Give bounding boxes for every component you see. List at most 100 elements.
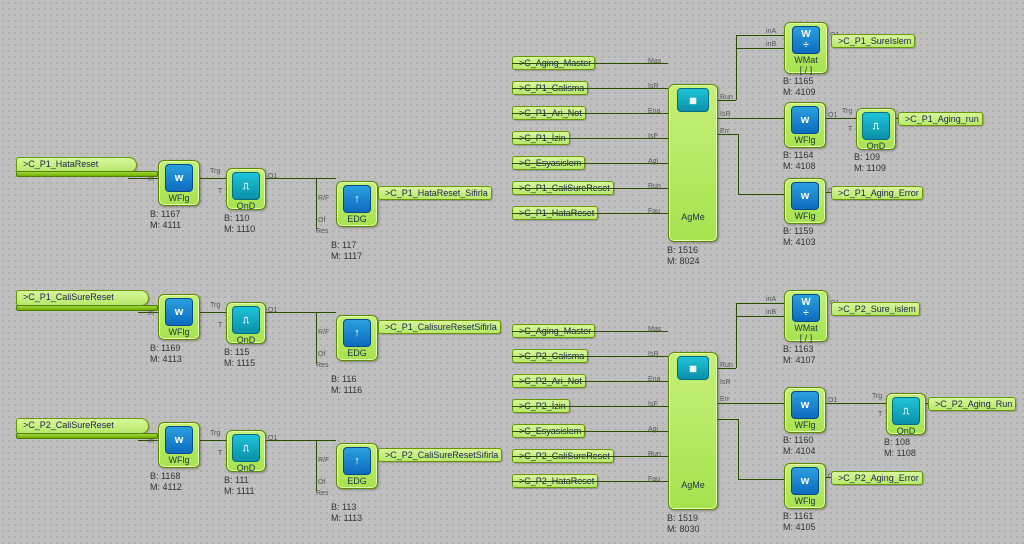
wire [512, 113, 668, 114]
text: >C_P1_CalisureResetSifirla [385, 322, 497, 332]
wire [512, 188, 668, 189]
wire [512, 431, 668, 432]
out-p1-sureislem[interactable]: >C_P1_SureIslem [831, 34, 915, 48]
ond-run-2[interactable]: ⎍ OnD [886, 393, 926, 435]
wflg-icon: w [791, 391, 819, 419]
port-isr: IsR [720, 379, 731, 386]
port-rf: R/F [318, 329, 329, 336]
wire [512, 381, 668, 382]
wire [738, 194, 784, 195]
ond-run1-info: B: 109M: 1109 [854, 152, 886, 174]
out-p2-aging-error[interactable]: >C_P2_Aging_Error [831, 471, 923, 485]
wire [512, 481, 668, 482]
agme-icon: ▦ [677, 356, 709, 380]
wflg-block-1[interactable]: w WFlg [158, 160, 200, 206]
out-p1-hatareset-sifirla[interactable]: >C_P1_HataReset_Sifirla [378, 186, 492, 200]
ond2-info: B: 115M: 1115 [224, 347, 255, 369]
wmat-icon: W÷ [792, 294, 820, 322]
wire [736, 35, 737, 100]
edg-block-1[interactable]: ↑ EDG [336, 181, 378, 227]
block-label: WFlg [785, 135, 825, 145]
port-t: T [848, 126, 852, 133]
edg-icon: ↑ [343, 319, 371, 347]
port-trg: Trg [210, 430, 220, 437]
text: >C_P1_Aging_run [905, 114, 979, 124]
wflg-err1-info: B: 1159M: 4103 [783, 226, 816, 248]
wflg-err2-info: B: 1161M: 4105 [783, 511, 816, 533]
ond-run-1[interactable]: ⎍ OnD [856, 108, 896, 150]
block-label: AgMe [669, 480, 717, 490]
edg-icon: ↑ [343, 447, 371, 475]
edg-icon: ↑ [343, 185, 371, 213]
port-ina: inA [766, 296, 776, 303]
block-label: EDG [337, 476, 377, 486]
wire [16, 171, 158, 177]
wire [736, 316, 784, 317]
port-in: In [148, 310, 154, 317]
agme-icon: ▦ [677, 88, 709, 112]
agme2-info: B: 1519M: 8030 [667, 513, 700, 535]
port-inb: inB [766, 41, 776, 48]
wflg-err-1[interactable]: w WFlg [784, 178, 826, 224]
agme-port-in: IsF [648, 401, 658, 408]
text: >C_P1_CaliSureReset [23, 292, 114, 302]
ond-block-1[interactable]: ⎍ OnD [226, 168, 266, 210]
wflg-block-3[interactable]: w WFlg [158, 422, 200, 468]
wmat2-info: B: 1163M: 4107 [783, 344, 816, 366]
agme-block-1[interactable]: ▦ AgMe [668, 84, 718, 242]
out-p1-aging-error[interactable]: >C_P1_Aging_Error [831, 186, 923, 200]
wire [512, 331, 668, 332]
edg-block-2[interactable]: ↑ EDG [336, 315, 378, 361]
edg-block-3[interactable]: ↑ EDG [336, 443, 378, 489]
agme-port-in: Run [648, 451, 661, 458]
wflg-block-2[interactable]: w WFlg [158, 294, 200, 340]
agme-port-in: IsR [648, 83, 659, 90]
out-p1-calisurereset-sifirla[interactable]: >C_P1_CalisureResetSifirla [378, 320, 501, 334]
ond1-info: B: 110M: 1110 [224, 213, 255, 235]
wire [266, 312, 336, 313]
port-ina: inA [766, 28, 776, 35]
block-label: AgMe [669, 212, 717, 222]
ond-block-3[interactable]: ⎍ OnD [226, 430, 266, 472]
port-trg: Trg [210, 302, 220, 309]
wflg-run-2[interactable]: w WFlg [784, 387, 826, 433]
wire [316, 440, 317, 492]
out-p1-aging-run[interactable]: >C_P1_Aging_run [898, 112, 983, 126]
src-p2-calisurereset[interactable]: >C_P2_CaliSureReset [16, 418, 149, 434]
port-err: Err [720, 396, 729, 403]
wmat-block-1[interactable]: W÷ WMat [ / ] [784, 22, 828, 74]
block-label: WFlg [785, 211, 825, 221]
agme1-info: B: 1516M: 8024 [667, 245, 700, 267]
port-in: In [148, 438, 154, 445]
out-p2-calisurereset-sifirla[interactable]: >C_P2_CaliSureResetSifirla [378, 448, 502, 462]
wflg-err-2[interactable]: w WFlg [784, 463, 826, 509]
wire [718, 134, 738, 135]
wire [826, 403, 886, 404]
wire [512, 63, 668, 64]
port-res: Res [316, 362, 328, 369]
agme-port-in: Run [648, 183, 661, 190]
port-trg: Trg [210, 168, 220, 175]
wire [266, 440, 336, 441]
text: >C_P2_Aging_Error [838, 473, 919, 483]
agme-block-2[interactable]: ▦ AgMe [668, 352, 718, 510]
wire [512, 406, 668, 407]
src-p1-calisurereset[interactable]: >C_P1_CaliSureReset [16, 290, 149, 306]
wflg-icon: w [791, 467, 819, 495]
port-isr: IsR [720, 111, 731, 118]
out-p2-aging-run[interactable]: >C_P2_Aging_Run [928, 397, 1016, 411]
wire [736, 35, 784, 36]
out-p2-sureislem[interactable]: >C_P2_Sure_islem [831, 302, 920, 316]
wmat-block-2[interactable]: W÷ WMat [ / ] [784, 290, 828, 342]
edg2-info: B: 116M: 1116 [331, 374, 362, 396]
ond-icon: ⎍ [232, 306, 260, 334]
wflg-run-1[interactable]: w WFlg [784, 102, 826, 148]
port-rf: R/F [318, 195, 329, 202]
wire [200, 178, 226, 179]
text: >C_P2_Sure_islem [838, 304, 916, 314]
ond-block-2[interactable]: ⎍ OnD [226, 302, 266, 344]
wire [200, 440, 226, 441]
text: >C_P1_HataReset [23, 159, 98, 169]
wmat-icon: W÷ [792, 26, 820, 54]
port-t: T [218, 322, 222, 329]
